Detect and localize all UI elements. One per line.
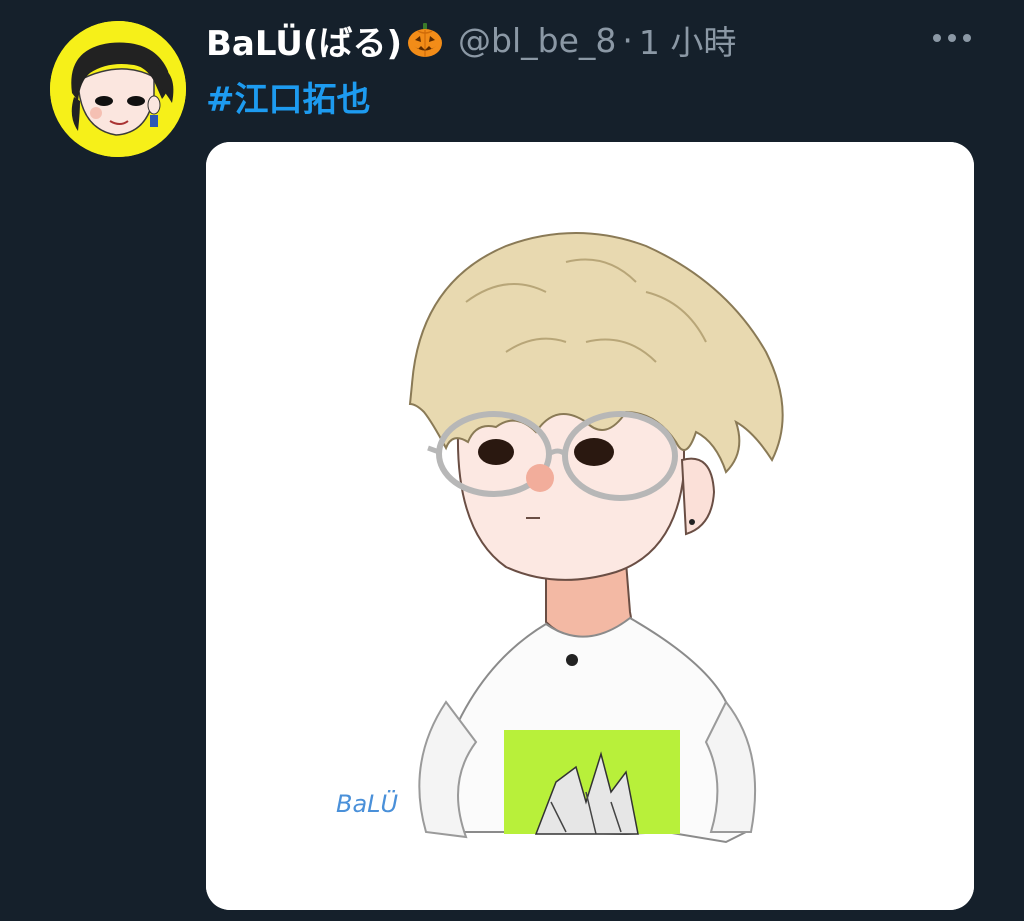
separator: · — [622, 20, 633, 60]
avatar-illustration — [50, 21, 186, 157]
jack-o-lantern-icon — [406, 21, 444, 59]
hashtag-link[interactable]: #江口拓也 — [206, 72, 371, 121]
tweet-header: BaLÜ(ばる) @bl_be_8 · 1 小時 — [206, 14, 736, 66]
timestamp[interactable]: 1 小時 — [639, 16, 737, 64]
user-handle[interactable]: @bl_be_8 — [458, 21, 616, 60]
tweet-image[interactable]: BaLÜ — [206, 142, 974, 910]
display-name[interactable]: BaLÜ(ばる) — [206, 16, 402, 65]
avatar[interactable] — [50, 21, 186, 157]
illustration — [206, 142, 974, 910]
artist-signature: BaLÜ — [336, 790, 399, 818]
more-icon[interactable] — [933, 28, 971, 48]
tweet[interactable]: BaLÜ(ばる) @bl_be_8 · 1 小時 #江口拓也 BaLÜ — [0, 0, 1024, 921]
